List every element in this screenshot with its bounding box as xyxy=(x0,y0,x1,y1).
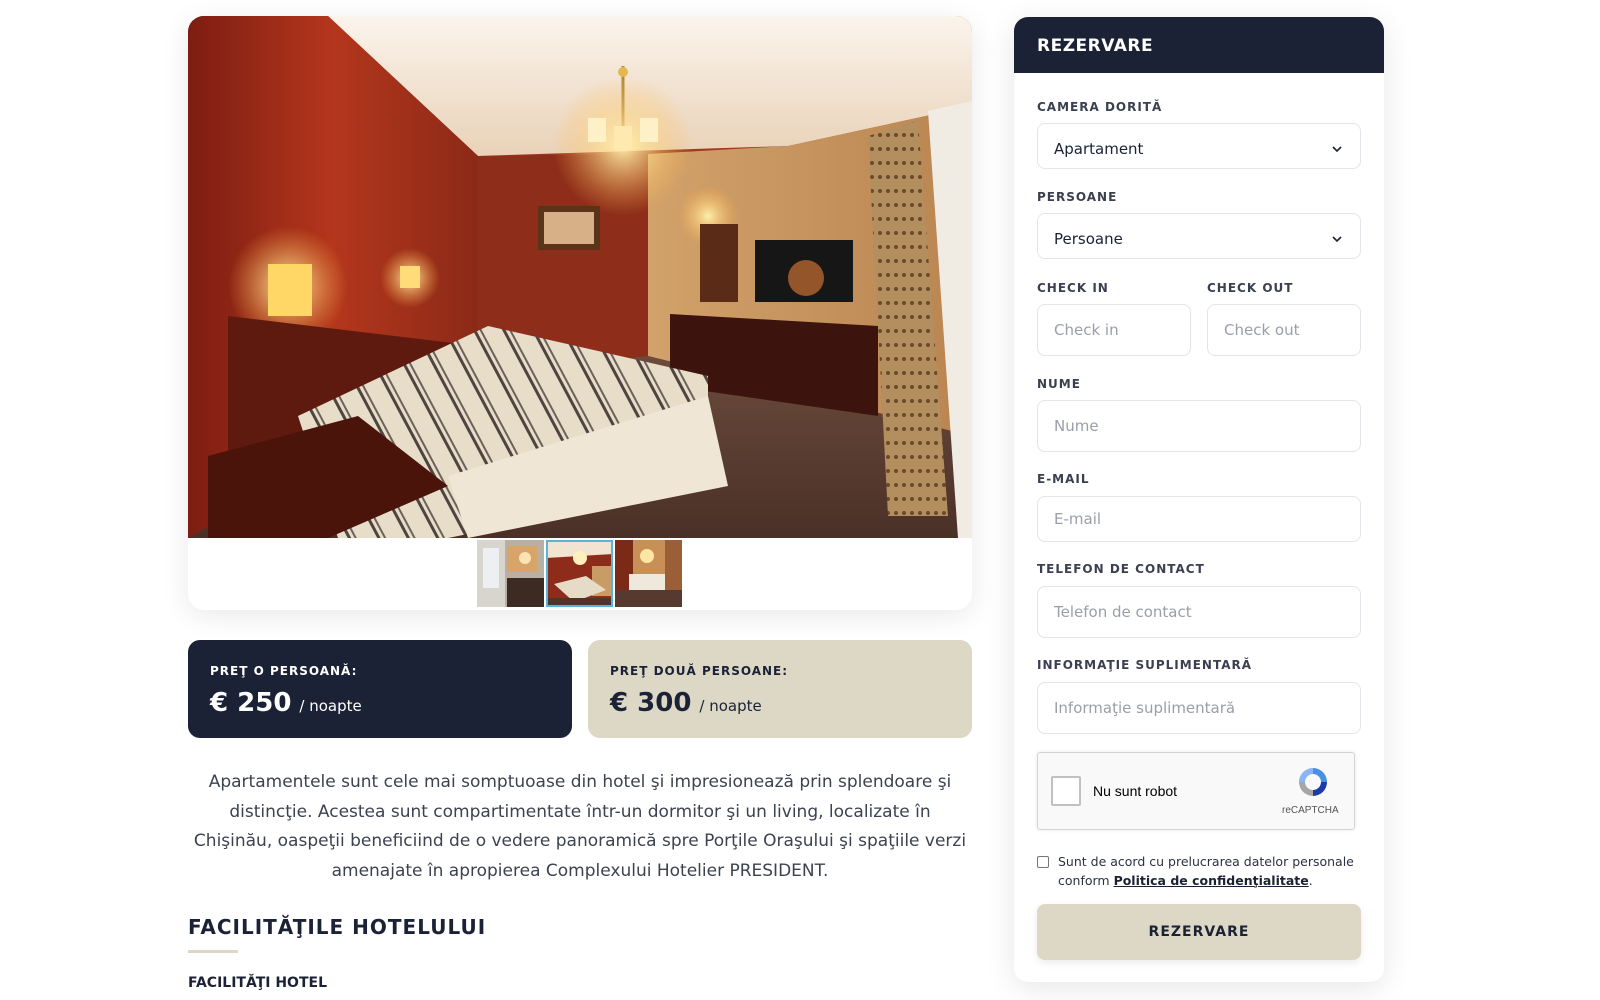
reserve-button[interactable]: REZERVARE xyxy=(1037,904,1361,960)
thumbnail-bathroom[interactable] xyxy=(477,540,544,607)
name-input[interactable] xyxy=(1037,400,1361,452)
thumbnail-strip xyxy=(477,540,682,607)
main-room-photo xyxy=(188,16,972,538)
facilities-title: FACILITĂŢILE HOTELULUI xyxy=(188,915,487,939)
phone-label: TELEFON DE CONTACT xyxy=(1037,562,1205,576)
recaptcha-icon xyxy=(1299,768,1327,796)
persons-select-value: Persoane xyxy=(1054,230,1123,248)
checkin-label: CHECK IN xyxy=(1037,281,1109,295)
recaptcha-brand: reCAPTCHA xyxy=(1282,805,1339,816)
name-label: NUME xyxy=(1037,377,1081,391)
booking-header: REZERVARE xyxy=(1014,17,1384,73)
title-underline xyxy=(188,950,238,953)
email-label: E-MAIL xyxy=(1037,472,1090,486)
room-gallery xyxy=(188,16,972,610)
price-single-label: PREŢ O PERSOANĂ: xyxy=(210,664,358,678)
room-select[interactable]: Apartament xyxy=(1037,123,1361,169)
price-double-amount: € 300 xyxy=(610,688,692,718)
price-double-unit: / noapte xyxy=(699,697,762,715)
privacy-policy-link[interactable]: Politica de confidenţialitate xyxy=(1114,873,1309,888)
price-single-amount: € 250 xyxy=(210,688,292,718)
chevron-down-icon xyxy=(1332,236,1342,243)
consent-end: . xyxy=(1308,872,1313,888)
recaptcha-widget: Nu sunt robot reCAPTCHA xyxy=(1037,752,1355,830)
facilities-subtitle: FACILITĂŢI HOTEL xyxy=(188,975,327,991)
consent-text: Sunt de acord cu prelucrarea datelor per… xyxy=(1058,853,1358,890)
checkout-input[interactable] xyxy=(1207,304,1361,356)
persons-select[interactable]: Persoane xyxy=(1037,213,1361,259)
chevron-down-icon xyxy=(1332,146,1342,153)
room-label: CAMERA DORITĂ xyxy=(1037,100,1163,114)
info-input[interactable] xyxy=(1037,682,1361,734)
price-double-label: PREŢ DOUĂ PERSOANE: xyxy=(610,664,789,678)
price-card-single: PREŢ O PERSOANĂ: € 250 / noapte xyxy=(188,640,572,738)
persons-label: PERSOANE xyxy=(1037,190,1118,204)
room-select-value: Apartament xyxy=(1054,140,1144,158)
booking-form: REZERVARE CAMERA DORITĂ Apartament PERSO… xyxy=(1014,17,1384,982)
thumbnail-bedroom[interactable] xyxy=(546,540,613,607)
price-card-double: PREŢ DOUĂ PERSOANE: € 300 / noapte xyxy=(588,640,972,738)
recaptcha-label: Nu sunt robot xyxy=(1093,783,1178,799)
recaptcha-checkbox[interactable] xyxy=(1051,776,1081,806)
price-single-unit: / noapte xyxy=(299,697,362,715)
email-input[interactable] xyxy=(1037,496,1361,542)
info-label: INFORMAŢIE SUPLIMENTARĂ xyxy=(1037,658,1253,672)
room-description: Apartamentele sunt cele mai somptuoase d… xyxy=(193,772,967,881)
checkin-input[interactable] xyxy=(1037,304,1191,356)
checkout-label: CHECK OUT xyxy=(1207,281,1294,295)
consent-checkbox[interactable] xyxy=(1037,856,1049,868)
phone-input[interactable] xyxy=(1037,586,1361,638)
thumbnail-living-room[interactable] xyxy=(615,540,682,607)
